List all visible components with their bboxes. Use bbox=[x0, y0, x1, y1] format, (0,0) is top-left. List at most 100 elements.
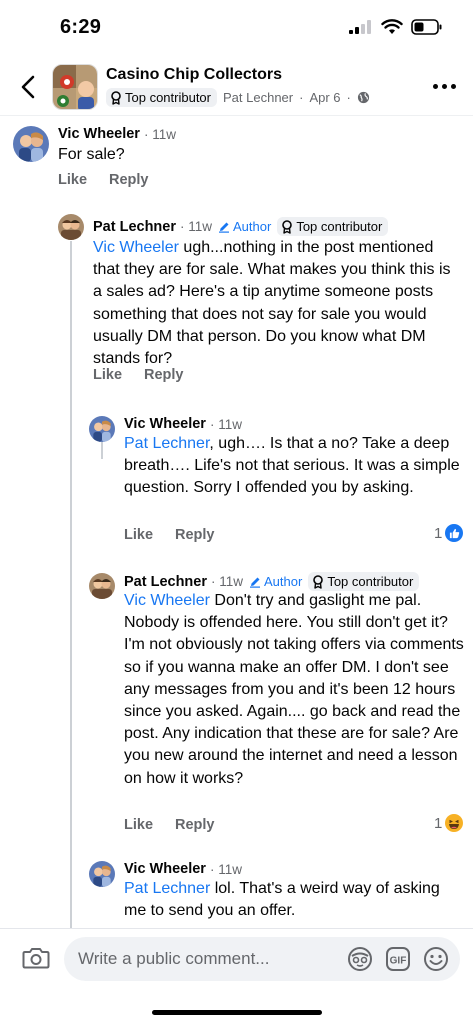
comment-text-body: For sale? bbox=[58, 146, 125, 163]
reply-button[interactable]: Reply bbox=[144, 367, 184, 383]
gif-icon[interactable]: GIF bbox=[385, 946, 411, 972]
comment-time[interactable]: · 11w bbox=[210, 417, 242, 432]
commenter-name[interactable]: Vic Wheeler bbox=[124, 861, 206, 877]
top-contributor-badge[interactable]: Top contributor bbox=[106, 88, 217, 107]
vic-avatar-icon bbox=[89, 861, 115, 887]
author-badge: Author bbox=[216, 219, 273, 234]
camera-button[interactable] bbox=[22, 945, 50, 973]
post-meta: Top contributor Pat Lechner · Apr 6 · bbox=[106, 88, 370, 107]
camera-icon bbox=[22, 948, 50, 969]
vic-avatar-icon bbox=[89, 416, 115, 442]
mention-link[interactable]: Vic Wheeler bbox=[124, 592, 210, 609]
thumbs-up-icon bbox=[449, 528, 460, 538]
comment-header: Vic Wheeler · 11w bbox=[124, 861, 242, 877]
top-contributor-badge[interactable]: Top contributor bbox=[277, 217, 389, 236]
comment-pat-2: Pat Lechner · 11w Author Top contributor… bbox=[0, 567, 473, 847]
avatar[interactable] bbox=[89, 573, 115, 599]
author-badge: Author bbox=[247, 574, 304, 589]
post-header: Casino Chip Collectors Top contributor P… bbox=[0, 58, 473, 116]
gif-label: GIF bbox=[390, 956, 407, 967]
comment-time[interactable]: · 11w bbox=[210, 862, 242, 877]
avatar-sticker-icon[interactable] bbox=[347, 946, 373, 972]
author-label: Author bbox=[233, 219, 272, 234]
comment-header: Vic Wheeler · 11w bbox=[124, 416, 242, 432]
avatar[interactable] bbox=[89, 861, 115, 887]
pat-avatar-icon bbox=[58, 214, 84, 240]
reaction-count: 1 bbox=[434, 814, 443, 832]
globe-icon bbox=[357, 91, 369, 104]
post-date[interactable]: Apr 6 bbox=[309, 90, 340, 105]
comment-actions: Like Reply bbox=[93, 367, 184, 383]
more-dot bbox=[441, 83, 447, 89]
home-indicator[interactable] bbox=[152, 1010, 322, 1015]
avatar[interactable] bbox=[58, 214, 84, 240]
like-reaction-icon bbox=[445, 524, 464, 542]
status-time: 6:29 bbox=[60, 16, 102, 38]
reaction-summary[interactable]: 1 bbox=[434, 524, 464, 542]
top-contributor-label: Top contributor bbox=[125, 90, 211, 105]
more-dot bbox=[450, 83, 456, 89]
commenter-name[interactable]: Pat Lechner bbox=[124, 574, 207, 590]
comment-pat-1: Pat Lechner · 11w Author Top contributor… bbox=[0, 212, 473, 402]
like-button[interactable]: Like bbox=[124, 527, 153, 543]
comment-text: Vic Wheeler ugh...nothing in the post me… bbox=[93, 237, 463, 370]
commenter-name[interactable]: Pat Lechner bbox=[93, 219, 176, 235]
comment-time[interactable]: · 11w bbox=[144, 127, 176, 142]
comment-actions: Like Reply bbox=[124, 817, 215, 833]
status-bar: 6:29 bbox=[0, 0, 473, 58]
back-button[interactable] bbox=[14, 72, 42, 102]
mention-link[interactable]: Pat Lechner bbox=[124, 435, 209, 452]
haha-reaction-icon bbox=[445, 814, 464, 832]
avatar[interactable] bbox=[13, 126, 49, 162]
group-avatar[interactable] bbox=[52, 64, 98, 110]
emoji-icon[interactable] bbox=[423, 946, 449, 972]
comment-vic-3: Vic Wheeler · 11w Pat Lechner lol. That'… bbox=[0, 855, 473, 928]
mention-link[interactable]: Pat Lechner bbox=[124, 880, 210, 897]
comment-actions: Like Reply bbox=[58, 172, 149, 188]
comment-time[interactable]: · 11w bbox=[211, 574, 243, 589]
avatar[interactable] bbox=[89, 416, 115, 442]
award-icon bbox=[111, 90, 121, 105]
reply-button[interactable]: Reply bbox=[175, 527, 215, 543]
comment-header: Pat Lechner · 11w Author Top contributor bbox=[93, 217, 389, 236]
chevron-left-icon bbox=[21, 75, 35, 99]
award-icon bbox=[282, 219, 293, 234]
meta-separator: · bbox=[346, 90, 351, 105]
reaction-summary[interactable]: 1 bbox=[434, 814, 464, 832]
battery-icon bbox=[411, 19, 442, 35]
award-icon bbox=[313, 574, 324, 589]
like-button[interactable]: Like bbox=[93, 367, 122, 383]
comment-time[interactable]: · 11w bbox=[180, 219, 212, 234]
commenter-name[interactable]: Vic Wheeler bbox=[124, 416, 206, 432]
status-icons bbox=[349, 19, 443, 35]
vic-avatar-icon bbox=[13, 126, 49, 162]
reply-button[interactable]: Reply bbox=[175, 817, 215, 833]
comment-text: For sale? bbox=[58, 144, 458, 166]
cellular-signal-icon bbox=[349, 20, 371, 34]
top-contributor-label: Top contributor bbox=[296, 219, 383, 234]
pat-avatar-icon bbox=[89, 573, 115, 599]
more-options-button[interactable] bbox=[431, 76, 457, 96]
wifi-icon bbox=[381, 19, 403, 34]
group-title[interactable]: Casino Chip Collectors bbox=[106, 66, 282, 84]
comment-header: Vic Wheeler · 11w bbox=[58, 126, 176, 142]
like-button[interactable]: Like bbox=[124, 817, 153, 833]
poster-name[interactable]: Pat Lechner bbox=[223, 90, 293, 105]
laughing-face-icon bbox=[449, 819, 460, 829]
comment-vic-2: Vic Wheeler · 11w Pat Lechner, ugh…. Is … bbox=[0, 410, 473, 550]
mention-link[interactable]: Vic Wheeler bbox=[93, 239, 179, 256]
top-contributor-label: Top contributor bbox=[327, 574, 414, 589]
comment-vic-1: Vic Wheeler · 11w For sale? Like Reply bbox=[0, 117, 473, 207]
comment-header: Pat Lechner · 11w Author Top contributor bbox=[124, 572, 420, 591]
reply-button[interactable]: Reply bbox=[109, 172, 149, 188]
comment-text-body: Don't try and gaslight me pal. Nobody is… bbox=[124, 592, 464, 787]
top-contributor-badge[interactable]: Top contributor bbox=[308, 572, 420, 591]
group-photo-icon bbox=[53, 65, 97, 109]
pencil-icon bbox=[250, 577, 261, 588]
commenter-name[interactable]: Vic Wheeler bbox=[58, 126, 140, 142]
comment-thread: Vic Wheeler · 11w For sale? Like Reply P… bbox=[0, 117, 473, 928]
pencil-icon bbox=[219, 222, 230, 233]
like-button[interactable]: Like bbox=[58, 172, 87, 188]
comment-text: Vic Wheeler Don't try and gaslight me pa… bbox=[124, 590, 464, 790]
comment-text: Pat Lechner lol. That's a weird way of a… bbox=[124, 878, 464, 922]
